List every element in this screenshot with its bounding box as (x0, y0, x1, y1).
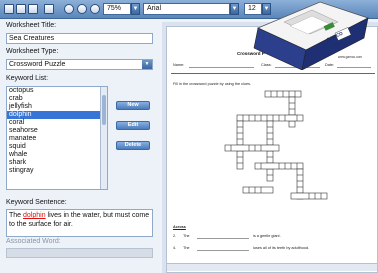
product-box-image (253, 1, 370, 70)
scrollbar-thumb[interactable] (102, 95, 106, 125)
save-icon[interactable] (28, 4, 38, 14)
open-icon[interactable] (16, 4, 26, 14)
list-item[interactable]: shark (7, 159, 107, 167)
list-item[interactable]: crab (7, 95, 107, 103)
list-item[interactable]: seahorse (7, 127, 107, 135)
list-item[interactable]: manatee (7, 135, 107, 143)
worksheet-type-value: Crossword Puzzle (9, 61, 66, 68)
list-item[interactable]: octopus (7, 87, 107, 95)
preview-horizontal-scrollbar[interactable] (167, 263, 377, 271)
left-panel: Worksheet Title: Sea Creatures Worksheet… (0, 19, 160, 273)
new-doc-icon[interactable] (4, 4, 14, 14)
edit-keyword-button[interactable]: Edit (116, 121, 150, 130)
delete-keyword-button[interactable]: Delete (116, 141, 150, 150)
crossword-grid (224, 90, 328, 200)
font-select[interactable]: Arial (143, 3, 230, 15)
sentence-text-before: The (9, 212, 24, 219)
zoom-in-icon[interactable] (64, 4, 74, 14)
associated-word-label: Associated Word: (6, 238, 61, 245)
clue-4-blank (197, 250, 249, 251)
zoom-out-icon[interactable] (77, 4, 87, 14)
clue-4-start: The (183, 246, 190, 250)
clue-4-number: 4. (173, 246, 177, 250)
keyword-list-scrollbar[interactable] (100, 87, 107, 189)
divider (171, 73, 375, 74)
across-heading: Across (173, 225, 186, 229)
list-item[interactable]: squid (7, 143, 107, 151)
worksheet-title-label: Worksheet Title: (6, 22, 57, 29)
name-line (189, 67, 254, 68)
zoom-fit-icon[interactable] (90, 4, 100, 14)
list-item[interactable]: whale (7, 151, 107, 159)
box-url-label: www.gamco.com (338, 55, 363, 59)
zoom-select[interactable]: 75% (103, 3, 131, 15)
associated-word-input (6, 248, 153, 258)
font-dropdown-icon[interactable]: ▼ (230, 3, 239, 15)
instructions-text: Fill in the crossword puzzle by using th… (173, 82, 252, 86)
list-item[interactable]: stingray (7, 167, 107, 175)
clue-2-end: is a gentle giant. (253, 234, 281, 238)
worksheet-type-select[interactable]: Crossword Puzzle ▼ (6, 59, 153, 70)
keyword-sentence-label: Keyword Sentence: (6, 199, 67, 206)
clue-2-number: 2. (173, 234, 177, 238)
clue-2-start: The (183, 234, 190, 238)
clue-4-end: loses all of its teeth by adulthood. (253, 246, 310, 250)
name-label: Name: (173, 63, 185, 67)
clue-2-blank (197, 238, 249, 239)
keyword-list[interactable]: octopus crab jellyfish dolphin coral sea… (6, 86, 108, 190)
print-icon[interactable] (44, 4, 54, 14)
sentence-keyword: dolphin (23, 212, 46, 219)
worksheet-title-input[interactable]: Sea Creatures (6, 33, 153, 44)
list-item[interactable]: jellyfish (7, 103, 107, 111)
zoom-dropdown-icon[interactable]: ▼ (131, 3, 140, 15)
new-keyword-button[interactable]: New (116, 101, 150, 110)
chevron-down-icon[interactable]: ▼ (142, 60, 152, 69)
list-item[interactable]: coral (7, 119, 107, 127)
worksheet-type-label: Worksheet Type: (6, 48, 59, 55)
list-item-selected[interactable]: dolphin (7, 111, 107, 119)
keyword-sentence-input[interactable]: The dolphin lives in the water, but must… (6, 209, 153, 237)
keyword-list-label: Keyword List: (6, 75, 49, 82)
